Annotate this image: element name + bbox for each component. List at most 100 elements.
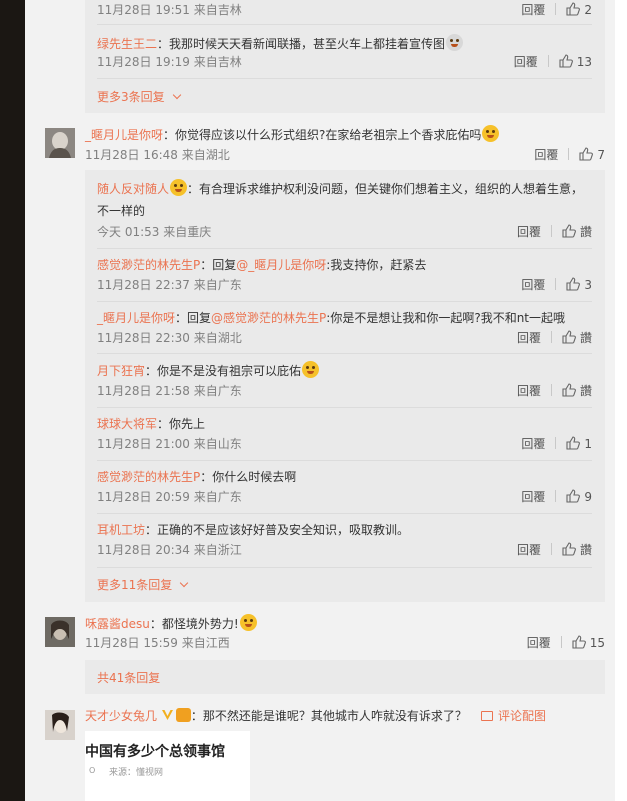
- like-count: 15: [589, 636, 605, 650]
- thumbs-up-icon: [566, 2, 581, 16]
- reply-time: 11月28日 19:51 来自吉林: [97, 3, 242, 17]
- divider: [97, 407, 592, 408]
- reply-prefix: ：回复: [200, 258, 237, 272]
- reply-author[interactable]: 感觉渺茫的林先生P: [97, 470, 200, 484]
- left-background: [0, 0, 25, 801]
- like-button[interactable]: 2: [566, 2, 592, 17]
- reply-time: 11月28日 20:34 来自浙江: [97, 543, 242, 557]
- divider: [97, 567, 592, 568]
- mention-link[interactable]: @感觉渺茫的林先生P: [211, 311, 326, 325]
- divider: [97, 301, 592, 302]
- comment-image-label: 评论配图: [498, 709, 547, 723]
- reply-text: ：我那时候天天看新闻联播，甚至火车上都挂着宣传图: [157, 37, 446, 51]
- thumbs-up-icon: [579, 147, 594, 161]
- like-button[interactable]: 讚: [562, 330, 592, 345]
- comment-time: 11月28日 15:59 来自江西: [85, 636, 230, 650]
- thumbs-up-icon: [562, 542, 576, 556]
- comment-author[interactable]: _暱月儿是你呀: [85, 128, 163, 142]
- thumbs-up-icon: [559, 54, 573, 68]
- chevron-down-icon: [172, 90, 181, 100]
- thumbs-up-icon: [572, 635, 586, 649]
- avatar[interactable]: [45, 710, 75, 740]
- reply-text: ：你什么时候去啊: [200, 470, 297, 484]
- thumbs-up-icon: [566, 436, 581, 450]
- like-button[interactable]: 13: [559, 54, 592, 69]
- reply-author[interactable]: 绿先生王二: [97, 37, 157, 51]
- reply-button[interactable]: 回覆: [517, 384, 541, 398]
- reply-prefix: ：回复: [175, 311, 212, 325]
- like-button[interactable]: 讚: [562, 383, 592, 398]
- more-replies-link[interactable]: 更多11条回复: [97, 576, 189, 593]
- reply-text: ：你是不是没有祖宗可以庇佑: [145, 364, 302, 378]
- reply-author[interactable]: 感觉渺茫的林先生P: [97, 258, 200, 272]
- avatar[interactable]: [45, 128, 75, 158]
- like-count: 7: [597, 148, 605, 162]
- like-button[interactable]: 讚: [562, 542, 592, 557]
- like-button[interactable]: 讚: [562, 224, 592, 239]
- reply-text: :你是不是想让我和你一起啊?我不和nt一起哦: [326, 311, 566, 325]
- comment-author[interactable]: 天才少女兔几: [85, 709, 157, 723]
- reply-button[interactable]: 回覆: [521, 3, 545, 17]
- verified-v-icon: [161, 710, 173, 720]
- reply-time: 11月28日 21:58 来自广东: [97, 384, 242, 398]
- reply-button[interactable]: 回覆: [517, 331, 541, 345]
- thumbs-up-icon: [562, 383, 576, 397]
- right-scroll-area: [615, 0, 627, 801]
- reply-text: ：你先上: [157, 417, 206, 431]
- reply-author[interactable]: 随人反对随人: [97, 182, 169, 196]
- thumbs-up-icon: [562, 224, 576, 238]
- comment-section: 11月28日 19:51 来自吉林 回覆 2 绿先生王二：我那时候天天看新闻联播，…: [25, 0, 615, 801]
- like-label: 讚: [579, 225, 592, 239]
- mention-link[interactable]: @_暱月儿是你呀: [236, 258, 326, 272]
- reply-button[interactable]: 回覆: [521, 437, 545, 451]
- reply-time: 11月28日 19:19 来自吉林: [97, 55, 242, 69]
- like-count: 3: [584, 278, 592, 292]
- reply-text: ：正确的不是应该好好普及安全知识，吸取教训。: [145, 523, 410, 537]
- reply-button[interactable]: 回覆: [517, 225, 541, 239]
- reply-author[interactable]: 球球大将军: [97, 417, 157, 431]
- reply-button[interactable]: 回覆: [521, 490, 545, 504]
- comment-text: ：你觉得应该以什么形式组织?在家给老祖宗上个香求庇佑吗: [163, 128, 482, 142]
- comment-image-card[interactable]: 驻中国有多少个总领事馆 O 来源：懂视网: [85, 731, 250, 801]
- reply-time: 11月28日 22:37 来自广东: [97, 278, 242, 292]
- divider: [97, 513, 592, 514]
- reply-author[interactable]: 月下狂宵: [97, 364, 145, 378]
- emoji-icon: [170, 179, 188, 196]
- emoji-icon: [239, 614, 257, 631]
- reply-time: 11月28日 21:00 来自山东: [97, 437, 242, 451]
- reply-button[interactable]: 回覆: [521, 278, 545, 292]
- comment-time: 11月28日 16:48 来自湖北: [85, 148, 230, 162]
- reply-time: 11月28日 20:59 来自广东: [97, 490, 242, 504]
- comment-image-link[interactable]: 评论配图: [481, 707, 546, 725]
- avatar[interactable]: [45, 617, 75, 647]
- reply-button[interactable]: 回覆: [517, 543, 541, 557]
- comment-text: ：都怪境外势力!: [149, 617, 239, 631]
- reply-button[interactable]: 回覆: [534, 148, 558, 162]
- reply-author[interactable]: _暱月儿是你呀: [97, 311, 175, 325]
- thumbs-up-icon: [562, 330, 576, 344]
- like-button[interactable]: 3: [566, 277, 592, 292]
- like-count: 13: [576, 55, 592, 69]
- reply-button[interactable]: 回覆: [514, 55, 538, 69]
- like-button[interactable]: 15: [572, 635, 605, 650]
- card-source: 来源：懂视网: [109, 768, 164, 778]
- reply-button[interactable]: 回覆: [527, 636, 551, 650]
- reply-author[interactable]: 耳机工坊: [97, 523, 145, 537]
- emoji-icon: [446, 34, 464, 51]
- total-replies-link[interactable]: 共41条回复: [97, 669, 160, 686]
- like-count: 1: [584, 437, 592, 451]
- thumbs-up-icon: [566, 489, 581, 503]
- comment-author[interactable]: 咊露酱desu: [85, 617, 150, 631]
- divider: [97, 353, 592, 354]
- like-button[interactable]: 1: [566, 436, 592, 451]
- more-replies-link[interactable]: 更多3条回复: [97, 88, 181, 105]
- reply-text: :我支持你，赶紧去: [326, 258, 427, 272]
- like-count: 2: [584, 3, 592, 17]
- card-title: 驻中国有多少个总领事馆: [85, 744, 225, 760]
- like-button[interactable]: 7: [579, 147, 605, 162]
- divider: [97, 24, 592, 25]
- divider: [97, 78, 592, 79]
- reply-panel: [85, 660, 605, 694]
- thumbs-up-icon: [566, 277, 581, 291]
- like-button[interactable]: 9: [566, 489, 592, 504]
